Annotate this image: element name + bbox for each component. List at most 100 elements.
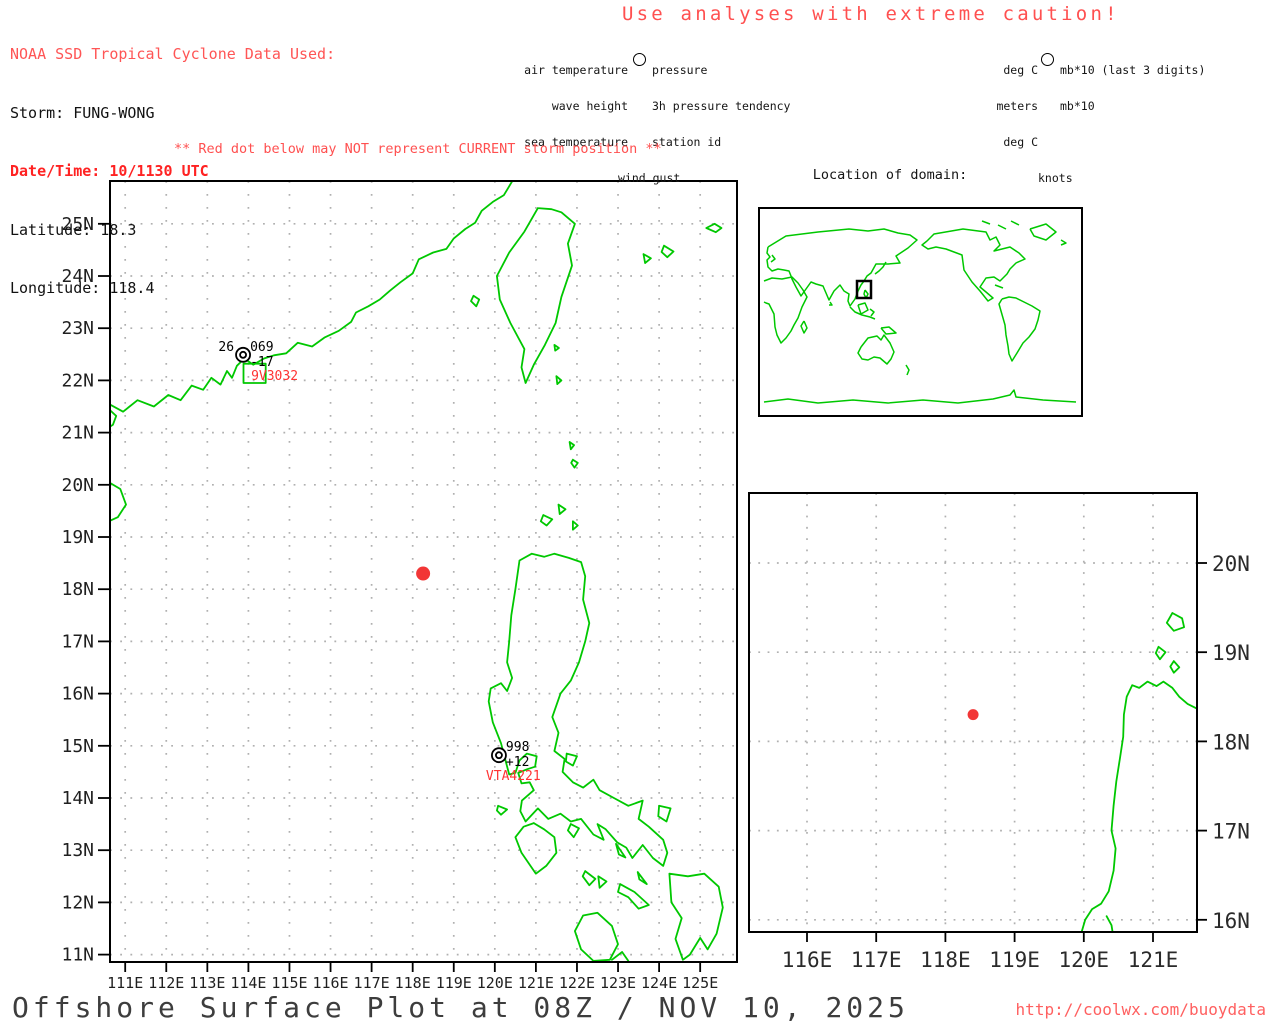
coastline [541, 515, 553, 525]
station-circle-inner-icon [496, 752, 502, 758]
world-coastline [982, 221, 990, 224]
coastline [658, 806, 670, 822]
coastline [489, 554, 668, 866]
station-circle-icon [1041, 53, 1054, 66]
station-pressure-tendency: -17 [250, 355, 273, 370]
station-id-label: VTA4221 [486, 769, 541, 784]
station-plot: 26 069-179V3032 [218, 340, 298, 384]
lon-tick-label: 112E [148, 974, 184, 992]
legend-pressure: pressure [652, 64, 707, 76]
legend-pressure-tendency: 3h pressure tendency [652, 100, 790, 112]
station-air-temp: 26 [218, 340, 234, 355]
coastline [515, 823, 556, 874]
coastline [638, 872, 647, 884]
coastline [706, 224, 721, 232]
coastline [1167, 613, 1184, 631]
storm-position-dot [968, 709, 979, 720]
station-pressure: 998 [506, 740, 529, 755]
inset-lat-tick-label: 19N [1212, 641, 1250, 665]
tc-data-source-line: NOAA SSD Tropical Cyclone Data Used: [10, 45, 335, 65]
storm-latitude-line: Latitude: 18.3 [10, 221, 335, 241]
lat-tick-label: 17N [61, 631, 94, 652]
lat-tick-label: 21N [61, 423, 94, 444]
coastline [568, 824, 579, 837]
world-coastline [999, 297, 1040, 361]
coastline [471, 296, 479, 307]
inset-lon-tick-label: 119E [989, 948, 1040, 972]
lon-tick-label: 122E [559, 974, 595, 992]
lon-tick-label: 113E [189, 974, 225, 992]
station-id-label: 9V3032 [251, 369, 298, 384]
world-coastline [858, 303, 868, 314]
world-coastline [1011, 221, 1019, 225]
inset-lat-tick-label: 17N [1212, 820, 1250, 844]
coastline [554, 345, 559, 351]
lon-tick-label: 119E [436, 974, 472, 992]
coastline [109, 482, 126, 521]
coastline [618, 884, 649, 909]
plot-title: Offshore Surface Plot at 08Z / NOV 10, 2… [12, 991, 909, 1024]
lon-tick-label: 121E [518, 974, 554, 992]
unit-mb10-tendency: mb*10 [1060, 100, 1095, 112]
storm-name-line: Storm: FUNG-WONG [10, 104, 335, 124]
lat-tick-label: 23N [61, 318, 94, 339]
world-coastline [922, 229, 1025, 301]
world-coastline [881, 327, 896, 334]
lon-tick-label: 123E [600, 974, 636, 992]
world-coastline [767, 229, 917, 306]
lon-tick-label: 116E [312, 974, 348, 992]
buoydata-url-link[interactable]: http://coolwx.com/buoydata [1016, 1000, 1266, 1019]
zoom-inset-map: 116E117E118E119E120E121E20N19N18N17N16N [749, 493, 1250, 972]
world-coastline [1061, 240, 1066, 245]
world-locator-map [759, 208, 1082, 416]
lat-tick-label: 22N [61, 370, 94, 391]
inset-lon-tick-label: 120E [1059, 948, 1110, 972]
world-coastline [870, 309, 874, 316]
station-pressure: 069 [250, 340, 273, 355]
lon-tick-label: 120E [477, 974, 513, 992]
storm-longitude-line: Longitude: 118.4 [10, 279, 335, 299]
caution-banner: Use analyses with extreme caution! [622, 3, 1120, 25]
inset-lat-tick-label: 20N [1212, 552, 1250, 576]
inset-lon-tick-label: 118E [920, 948, 971, 972]
lat-tick-label: 15N [61, 736, 94, 757]
inset-lon-tick-label: 116E [782, 948, 833, 972]
legend-wave-height: wave height [520, 100, 628, 112]
world-coastline [1030, 224, 1056, 240]
world-locator-title: Location of domain: [730, 167, 1050, 183]
coastline [662, 246, 674, 258]
station-circle-icon [633, 53, 646, 66]
coastline [612, 952, 628, 961]
world-coastline [764, 390, 1076, 403]
world-coastline [829, 302, 832, 305]
world-coastline [764, 277, 807, 343]
station-pressure-tendency: +12 [506, 755, 529, 770]
coastline [566, 754, 577, 766]
storm-position-dot [416, 567, 430, 581]
unit-meters: meters [952, 100, 1038, 112]
lat-tick-label: 20N [61, 475, 94, 496]
world-coastline [998, 225, 1006, 229]
coastline [497, 806, 507, 815]
lat-tick-label: 18N [61, 579, 94, 600]
coastline [644, 254, 651, 263]
station-plot: 998+12VTA4221 [486, 740, 541, 784]
lat-tick-label: 19N [61, 527, 94, 548]
tc-data-header: NOAA SSD Tropical Cyclone Data Used: Sto… [10, 6, 335, 318]
coastline [1170, 661, 1179, 673]
inset-lat-tick-label: 18N [1212, 730, 1250, 754]
coastline [669, 874, 722, 960]
coastline [583, 871, 596, 885]
world-coastline [801, 321, 807, 333]
legend-station-id: station id [652, 136, 721, 148]
coastline [1081, 682, 1197, 935]
station-circle-inner-icon [240, 352, 246, 358]
unit-deg-c-sea: deg C [952, 136, 1038, 148]
world-coastline [995, 285, 1003, 288]
coastline [559, 505, 566, 514]
inset-lat-tick-label: 16N [1212, 909, 1250, 933]
lon-tick-label: 125E [682, 974, 718, 992]
unit-mb10-pressure: mb*10 (last 3 digits) [1060, 64, 1205, 76]
lon-tick-label: 115E [271, 974, 307, 992]
coastline [598, 876, 606, 888]
